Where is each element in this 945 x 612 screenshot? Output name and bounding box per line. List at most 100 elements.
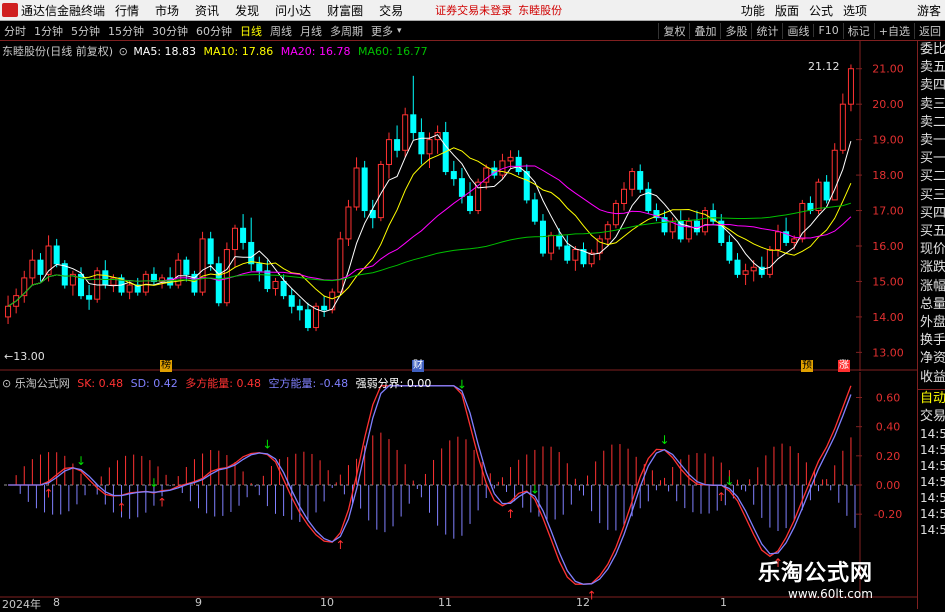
- login-notice[interactable]: 证券交易未登录: [435, 2, 512, 18]
- chevron-down-icon[interactable]: ▾: [397, 26, 402, 36]
- marker-rank-icon[interactable]: 榜: [160, 360, 172, 372]
- date-label-aug: 8: [53, 596, 60, 609]
- candle-body: [467, 195, 474, 212]
- tab-daily[interactable]: 日线: [236, 23, 266, 39]
- tab-weekly[interactable]: 周线: [266, 23, 296, 39]
- marker-limit-up-icon[interactable]: 涨: [838, 360, 850, 372]
- menu-item-quotes[interactable]: 行情: [115, 2, 139, 19]
- stats-button[interactable]: 统计: [751, 22, 782, 39]
- ma10-legend: MA10: 17.86: [203, 45, 274, 58]
- price-tick-label: 14.00: [872, 311, 904, 324]
- side-item-sell2[interactable]: 卖二: [918, 114, 945, 132]
- candle-body: [126, 284, 133, 293]
- settings-icon[interactable]: ⊙: [119, 45, 128, 58]
- guest-button[interactable]: 游客: [917, 2, 941, 19]
- candle-body: [240, 227, 247, 243]
- tab-1min[interactable]: 1分钟: [30, 23, 67, 39]
- candle-body: [726, 241, 733, 261]
- price-tick-label: 13.00: [872, 346, 904, 359]
- date-label-year: 2024年: [2, 598, 41, 611]
- candle-body: [394, 139, 401, 151]
- candle-body: [329, 291, 336, 311]
- candle-body: [742, 270, 749, 275]
- side-item-netasset[interactable]: 净资: [918, 350, 945, 368]
- side-item-sell5[interactable]: 卖五: [918, 59, 945, 77]
- f10-button[interactable]: F10: [813, 24, 842, 37]
- multi-stock-button[interactable]: 多股: [720, 22, 751, 39]
- side-item-buy3[interactable]: 买三: [918, 187, 945, 205]
- indicator-title: 乐淘公式网: [14, 377, 70, 390]
- side-item-change[interactable]: 涨跌: [918, 259, 945, 277]
- menu-item-market[interactable]: 市场: [155, 2, 179, 19]
- low-price-value: 13.00: [13, 350, 45, 363]
- menu-item-ask[interactable]: 问小达: [275, 2, 311, 19]
- price-tick-label: 21.00: [872, 63, 904, 76]
- back-button[interactable]: 返回: [914, 22, 945, 39]
- price-tick-label: 19.00: [872, 134, 904, 147]
- side-item-volume[interactable]: 总量: [918, 296, 945, 314]
- candle-body: [264, 270, 271, 290]
- adjust-button[interactable]: 复权: [658, 22, 689, 39]
- candle-body: [637, 171, 644, 190]
- side-item-trade[interactable]: 交易: [918, 408, 945, 426]
- candle-body: [102, 270, 109, 286]
- kline-chart[interactable]: 13.00 14.00 15.00 16.00 17.00 18.00 19.00 20.00…: [0, 41, 917, 371]
- side-item-eps[interactable]: 收益: [918, 369, 945, 387]
- draw-line-button[interactable]: 画线: [782, 22, 813, 39]
- menu-item-layout[interactable]: 版面: [775, 2, 799, 19]
- menu-item-wealth[interactable]: 财富圈: [327, 2, 363, 19]
- tab-60min[interactable]: 60分钟: [192, 23, 236, 39]
- candle-body: [272, 280, 279, 290]
- side-item-buy5[interactable]: 买五: [918, 223, 945, 241]
- settings-icon[interactable]: ⊙: [2, 377, 11, 390]
- candle-body: [847, 68, 854, 105]
- indicator-tick-label: 0.00: [876, 479, 901, 492]
- marker-finance-icon[interactable]: 财: [412, 360, 424, 372]
- side-item-buy1[interactable]: 买一: [918, 150, 945, 168]
- candle-body: [223, 249, 230, 304]
- tab-more[interactable]: 更多: [367, 23, 397, 39]
- side-item-sell1[interactable]: 卖一: [918, 132, 945, 150]
- candle-body: [531, 199, 538, 222]
- add-watchlist-button[interactable]: +自选: [873, 22, 914, 39]
- candle-body: [450, 171, 457, 180]
- indicator-tick-label: 0.40: [876, 421, 901, 434]
- side-item-auto[interactable]: 自动: [918, 390, 945, 408]
- candle-body: [256, 263, 263, 272]
- side-item-sell3[interactable]: 卖三: [918, 96, 945, 114]
- menu-item-formula[interactable]: 公式: [809, 2, 833, 19]
- buy-arrow-icon: ↑: [335, 538, 345, 552]
- buy-arrow-icon: ↑: [44, 486, 54, 500]
- tab-5min[interactable]: 5分钟: [67, 23, 104, 39]
- side-item-outer[interactable]: 外盘: [918, 314, 945, 332]
- marker-forecast-icon[interactable]: 预: [801, 360, 813, 372]
- menu-item-function[interactable]: 功能: [741, 2, 765, 19]
- side-item-buy2[interactable]: 买二: [918, 168, 945, 186]
- menu-item-options[interactable]: 选项: [843, 2, 867, 19]
- side-item-weibi[interactable]: 委比: [918, 41, 945, 59]
- quote-side-panel: 委比 卖五 卖四 卖三 卖二 卖一 买一 买二 买三 买四 买五 现价 涨跌 涨…: [917, 41, 945, 609]
- menu-item-news[interactable]: 资讯: [195, 2, 219, 19]
- tab-monthly[interactable]: 月线: [296, 23, 326, 39]
- period-toolbar: 分时 1分钟 5分钟 15分钟 30分钟 60分钟 日线 周线 月线 多周期 更…: [0, 21, 945, 41]
- candle-body: [353, 167, 360, 208]
- candle-body: [345, 206, 352, 240]
- side-item-sell4[interactable]: 卖四: [918, 77, 945, 95]
- mark-button[interactable]: 标记: [842, 22, 874, 39]
- side-item-price[interactable]: 现价: [918, 241, 945, 259]
- tab-15min[interactable]: 15分钟: [104, 23, 148, 39]
- overlay-button[interactable]: 叠加: [689, 22, 720, 39]
- candle-body: [418, 132, 425, 155]
- buy-arrow-icon: ↑: [116, 500, 126, 514]
- tab-multi-period[interactable]: 多周期: [326, 23, 367, 39]
- menu-item-discover[interactable]: 发现: [235, 2, 259, 19]
- tab-30min[interactable]: 30分钟: [148, 23, 192, 39]
- side-item-buy4[interactable]: 买四: [918, 205, 945, 223]
- menu-right-group: 功能 版面 公式 选项 游客: [731, 2, 941, 19]
- side-item-turnover[interactable]: 换手: [918, 332, 945, 350]
- ma60-line: [7, 202, 852, 307]
- bear-energy-legend: 空方能量: -0.48: [268, 377, 349, 390]
- tab-timeshare[interactable]: 分时: [0, 23, 30, 39]
- side-item-change-pct[interactable]: 涨幅: [918, 278, 945, 296]
- menu-item-trade[interactable]: 交易: [379, 2, 403, 19]
